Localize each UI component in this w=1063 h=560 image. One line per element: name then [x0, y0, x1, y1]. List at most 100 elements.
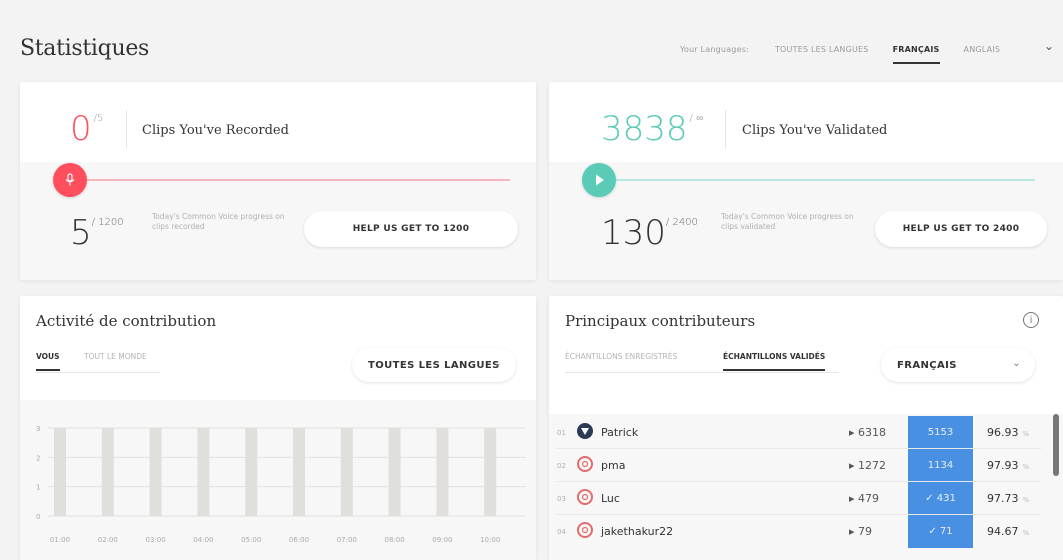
chevron-down-icon: ⌄ [493, 358, 502, 369]
bar [484, 428, 497, 516]
activity-select-value: TOUTES LES LANGUES [368, 359, 500, 371]
username: Patrick [601, 426, 639, 439]
tab-everyone[interactable]: TOUT LE MONDE [84, 352, 147, 361]
x-tick-label: 03:00 [146, 536, 166, 544]
recorded-label: Clips You've Recorded [142, 123, 289, 138]
table-row[interactable]: 02 pma ▸ 1272 1134 97.93% [549, 449, 1049, 482]
tab-you[interactable]: VOUS [36, 352, 60, 371]
tab-recorded-samples[interactable]: ÉCHANTILLONS ENREGISTRÉS [565, 352, 677, 361]
recorded-goal: /5 [93, 113, 104, 124]
avatar-icon [581, 460, 589, 468]
validate-play-button[interactable] [582, 163, 616, 197]
recorded-count: ▸ 479 [849, 492, 880, 505]
x-tick-label: 08:00 [385, 536, 405, 544]
scrollbar[interactable] [1053, 414, 1059, 476]
avatar [577, 522, 593, 538]
tab-validated-samples[interactable]: ÉCHANTILLONS VALIDÉS [723, 352, 826, 371]
page-title: Statistiques [20, 36, 150, 61]
bar [293, 428, 305, 516]
accuracy: 96.93% [987, 426, 1030, 439]
play-icon [596, 174, 604, 186]
x-tick-label: 04:00 [193, 536, 213, 544]
leaderboard-select-value: FRANÇAIS [897, 359, 957, 371]
language-tabs: Your Languages: TOUTES LES LANGUES FRANÇ… [680, 38, 1054, 64]
rank: 03 [557, 495, 566, 503]
recorded-progress-value: 5/ 1200 [70, 213, 124, 253]
x-tick-label: 02:00 [98, 536, 118, 544]
bar [388, 428, 401, 516]
rank: 02 [557, 462, 566, 470]
activity-chart: 0 1 2 3 01:00 02:00 03:00 04:00 05:00 06:00 07:00 0… [36, 425, 526, 544]
recorded-card: 0/5 Clips You've Recorded 5/ 1200 Today'… [20, 82, 536, 280]
rank: 01 [557, 429, 566, 437]
divider [725, 110, 726, 148]
x-tick-label: 06:00 [289, 536, 309, 544]
avatar [577, 489, 593, 505]
table-row[interactable]: 01 Patrick ▸ 6318 5153 96.93% [549, 416, 1049, 449]
validated-count: ✓ 431 [908, 482, 973, 515]
tab-english[interactable]: ANGLAIS [964, 45, 1001, 54]
leaderboard-title: Principaux contributeurs [565, 312, 756, 330]
y-tick-label: 2 [36, 454, 40, 462]
table-row[interactable]: 04 jakethakur22 ▸ 79 ✓ 71 94.67% [549, 515, 1049, 548]
bar [436, 428, 449, 516]
help-record-button[interactable]: HELP US GET TO 1200 [304, 211, 518, 247]
recorded-count: ▸ 1272 [849, 459, 887, 472]
validated-count: 1134 [908, 449, 973, 482]
validated-card: 3838/ ∞ Clips You've Validated 130/ 2400… [549, 82, 1063, 280]
bar [197, 428, 210, 516]
microphone-icon [65, 173, 75, 186]
username: jakethakur22 [601, 525, 674, 538]
validated-count: 5153 [908, 416, 973, 449]
validated-progress-track [599, 179, 1035, 181]
tab-underline [36, 372, 160, 373]
recorded-progress-desc: Today's Common Voice progress on clips r… [152, 212, 285, 232]
chevron-down-icon[interactable]: ⌄ [1044, 39, 1054, 53]
avatar [577, 456, 593, 472]
bar [149, 428, 162, 516]
bar [245, 428, 258, 516]
bar [101, 428, 114, 516]
chevron-down-icon: ⌄ [1012, 358, 1021, 369]
avatar [577, 423, 593, 439]
activity-title: Activité de contribution [36, 312, 217, 330]
info-icon[interactable]: i [1023, 312, 1039, 328]
username: pma [601, 459, 626, 472]
activity-card: Activité de contribution VOUS TOUT LE MO… [20, 296, 536, 560]
recorded-count: ▸ 6318 [849, 426, 887, 439]
rank: 04 [557, 528, 566, 536]
languages-label: Your Languages: [680, 44, 749, 54]
accuracy: 97.73% [987, 492, 1030, 505]
recorded-progress-track [80, 179, 510, 181]
username: Luc [601, 492, 620, 505]
validated-label: Clips You've Validated [742, 123, 888, 138]
x-tick-label: 05:00 [241, 536, 261, 544]
activity-chart-area: 0 1 2 3 01:00 02:00 03:00 04:00 05:00 06:00 07:00 0… [20, 400, 536, 560]
validated-count: 3838/ ∞ [601, 109, 704, 149]
avatar-icon [581, 493, 589, 501]
x-tick-label: 01:00 [50, 536, 70, 544]
validated-progress-desc: Today's Common Voice progress on clips v… [721, 212, 854, 232]
avatar-icon [581, 526, 589, 534]
leaderboard-table: 01 Patrick ▸ 6318 5153 96.93% 02 pma ▸ 1… [549, 414, 1063, 560]
activity-language-select[interactable]: TOUTES LES LANGUES ⌄ [352, 348, 516, 382]
bar [54, 428, 66, 516]
table-row[interactable]: 03 Luc ▸ 479 ✓ 431 97.73% [549, 482, 1049, 515]
x-tick-label: 07:00 [337, 536, 357, 544]
help-validate-button[interactable]: HELP US GET TO 2400 [875, 211, 1047, 247]
tab-french[interactable]: FRANÇAIS [892, 45, 940, 64]
divider [126, 110, 127, 148]
tab-underline [565, 372, 839, 373]
recorded-count: 0/5 [70, 109, 104, 149]
avatar-icon [581, 428, 589, 435]
recorded-progress-goal: / 1200 [91, 217, 124, 228]
tab-all-languages[interactable]: TOUTES LES LANGUES [775, 45, 869, 54]
accuracy: 94.67% [987, 525, 1030, 538]
recorded-count: ▸ 79 [849, 525, 873, 538]
record-button[interactable] [53, 163, 87, 197]
validated-goal: / ∞ [689, 113, 704, 124]
validated-progress-goal: / 2400 [665, 217, 698, 228]
y-tick-label: 0 [36, 513, 40, 521]
leaderboard-language-select[interactable]: FRANÇAIS ⌄ [881, 348, 1035, 382]
x-tick-label: 09:00 [432, 536, 452, 544]
